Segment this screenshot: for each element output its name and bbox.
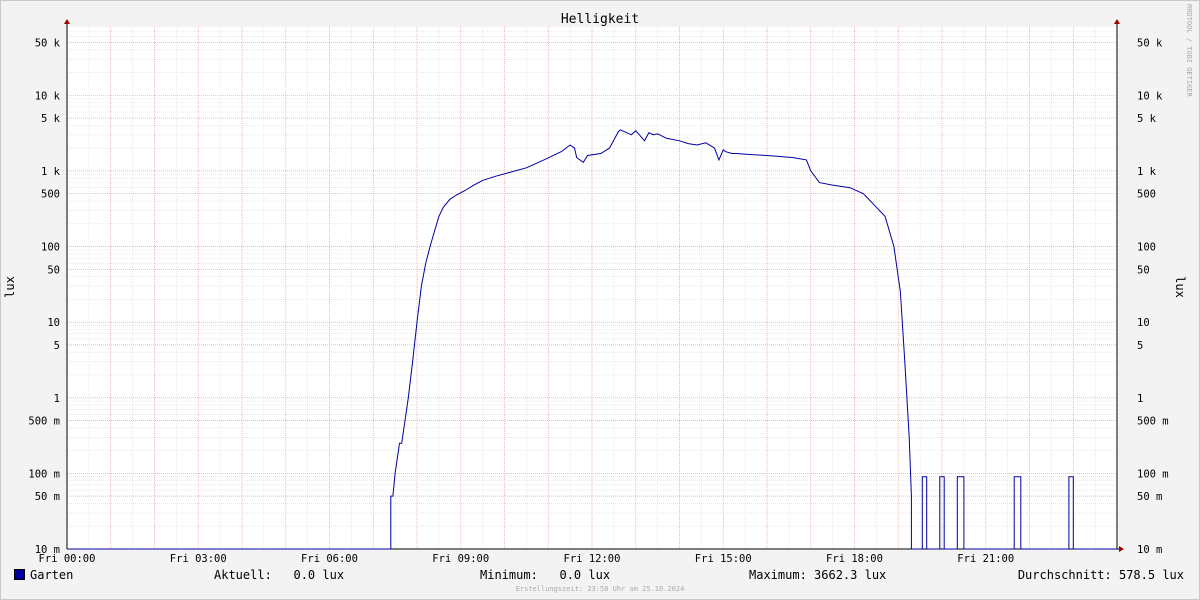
legend: Garten Aktuell: 0.0 lux Minimum: 0.0 lux…: [14, 568, 1186, 584]
y-tick-label-right: 100: [1137, 242, 1156, 254]
y-tick-label-right: 10 k: [1137, 90, 1163, 102]
x-tick-label: Fri 18:00: [826, 553, 883, 565]
legend-series-name: Garten: [30, 568, 74, 582]
watermark: RRDTOOL / TOBI OETIKER: [1185, 4, 1193, 98]
y-tick-label-right: 50: [1137, 264, 1150, 276]
x-axis-arrow: [1119, 546, 1124, 552]
y-tick-label-right: 50 m: [1137, 491, 1162, 503]
y-axis-arrow-left: [64, 19, 70, 24]
y-tick-label-left: 100: [41, 242, 60, 254]
legend-swatch-garten: [14, 569, 25, 580]
y-tick-label-left: 1: [54, 393, 60, 405]
x-tick-label: Fri 09:00: [432, 553, 489, 565]
x-tick-label: Fri 06:00: [301, 553, 358, 565]
y-tick-label-right: 100 m: [1137, 468, 1169, 480]
y-tick-label-left: 1 k: [41, 166, 61, 178]
y-tick-label-left: 50 m: [35, 491, 60, 503]
brightness-chart: 10 m 10 m50 m 50 m100 m 100 m500 m 500 m1 15 5…: [3, 4, 1193, 565]
y-tick-label-right: 50 k: [1137, 37, 1163, 49]
y-axis-label-left: lux: [3, 276, 17, 298]
y-tick-label-left: 10: [47, 317, 60, 329]
y-tick-label-right: 1 k: [1137, 166, 1157, 178]
y-tick-label-left: 50 k: [35, 37, 61, 49]
y-tick-label-left: 500 m: [28, 416, 60, 428]
y-tick-label-left: 10 k: [35, 90, 61, 102]
y-axis-arrow-right: [1114, 19, 1120, 24]
x-tick-label: Fri 21:00: [957, 553, 1014, 565]
legend-minimum: Minimum: 0.0 lux: [480, 568, 611, 582]
x-tick-label: Fri 03:00: [170, 553, 227, 565]
chart-title: Helligkeit: [561, 12, 639, 27]
legend-maximum: Maximum: 3662.3 lux: [749, 568, 887, 582]
y-axis-label-right: lux: [1173, 276, 1187, 298]
y-tick-label-right: 500: [1137, 189, 1156, 201]
grid: [66, 27, 1118, 550]
legend-average: Durchschnitt: 578.5 lux: [1017, 568, 1184, 582]
y-tick-label-right: 10: [1137, 317, 1150, 329]
y-tick-label-left: 5: [54, 340, 60, 352]
legend-current: Aktuell: 0.0 lux: [214, 568, 345, 582]
y-tick-label-right: 500 m: [1137, 416, 1169, 428]
y-tick-label-right: 10 m: [1137, 544, 1162, 556]
y-tick-label-left: 500: [41, 189, 60, 201]
y-tick-label-right: 5: [1137, 340, 1143, 352]
y-tick-label-left: 5 k: [41, 113, 61, 125]
x-tick-label: Fri 00:00: [39, 553, 96, 565]
x-tick-label: Fri 15:00: [695, 553, 752, 565]
y-tick-label-right: 1: [1137, 393, 1143, 405]
x-tick-label: Fri 12:00: [564, 553, 621, 565]
y-tick-label-right: 5 k: [1137, 113, 1157, 125]
y-tick-label-left: 100 m: [28, 468, 60, 480]
y-tick-label-left: 50: [47, 264, 60, 276]
footer-timestamp: Erstellungszeit: 23:58 Uhr am 25.10.2024: [515, 585, 685, 593]
